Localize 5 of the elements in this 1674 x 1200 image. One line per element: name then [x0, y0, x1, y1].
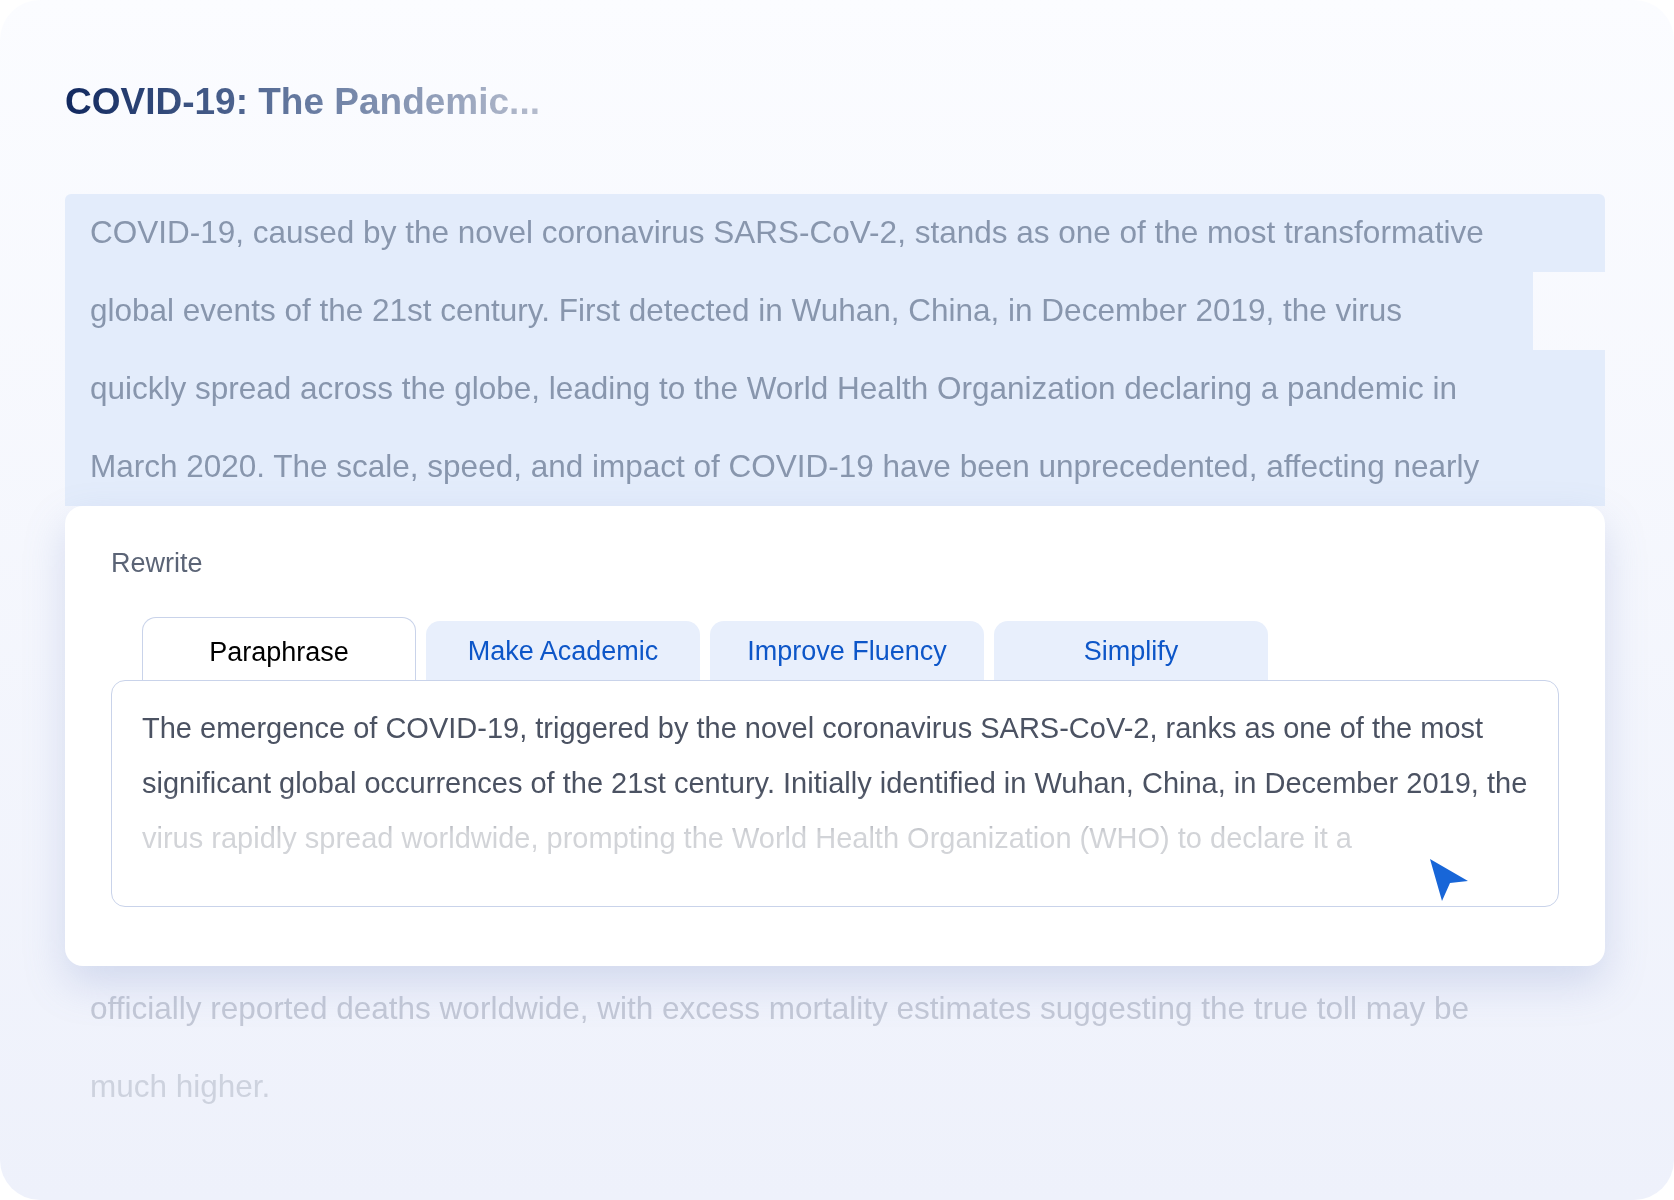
panel-heading: Rewrite [111, 547, 203, 580]
tab[interactable]: Simplify [994, 621, 1268, 681]
tab[interactable]: Improve Fluency [710, 621, 984, 681]
tab[interactable]: Make Academic [426, 621, 700, 681]
tab[interactable]: Paraphrase [142, 617, 416, 681]
